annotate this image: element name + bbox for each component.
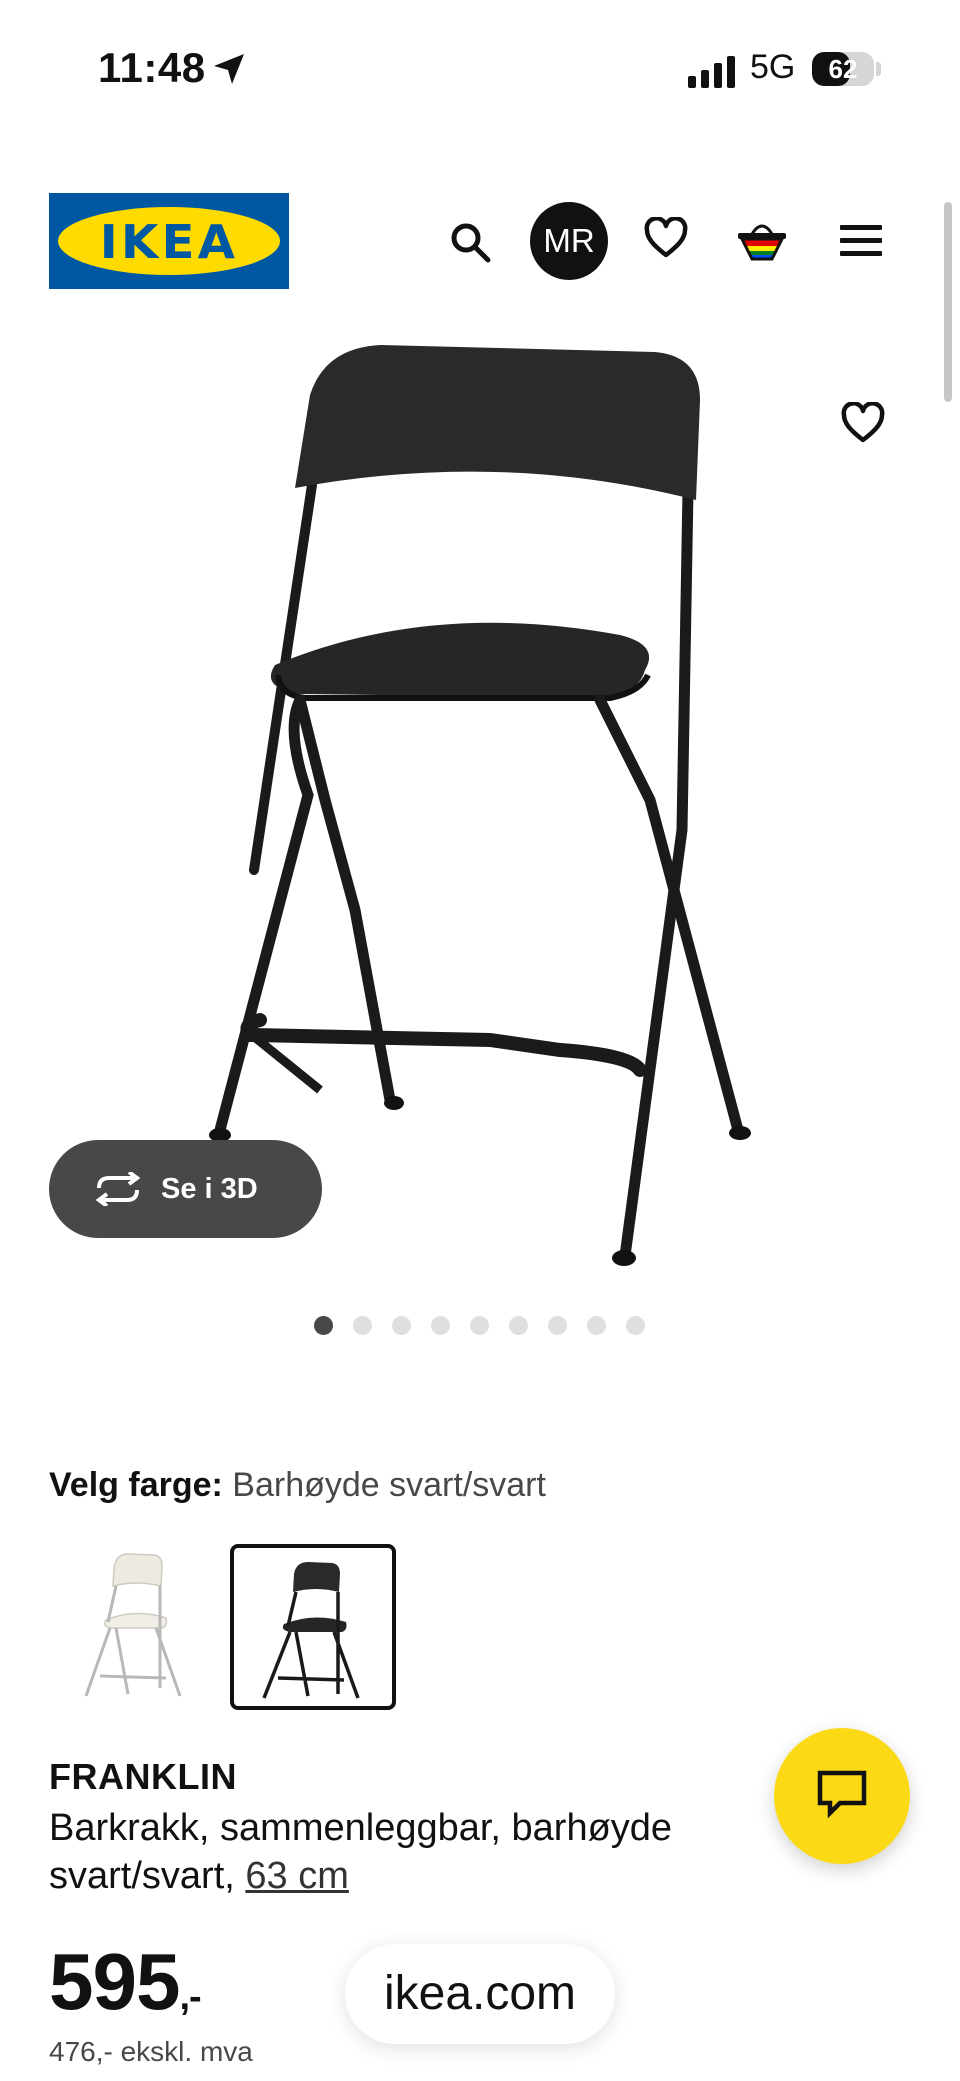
hamburger-menu-icon[interactable] <box>840 224 882 263</box>
product-description: Barkrakk, sammenleggbar, barhøyde svart/… <box>49 1804 749 1900</box>
color-option-white[interactable] <box>66 1548 206 1708</box>
gallery-dot[interactable] <box>470 1316 489 1335</box>
view-in-3d-label: Se i 3D <box>161 1172 258 1205</box>
save-product-heart-icon[interactable] <box>840 401 886 449</box>
shopping-basket-icon[interactable] <box>736 216 788 267</box>
chat-button[interactable] <box>774 1728 910 1864</box>
battery-percent: 62 <box>828 54 858 84</box>
gallery-dot[interactable] <box>392 1316 411 1335</box>
page-scrollbar[interactable] <box>944 202 952 402</box>
color-option-black-selected[interactable] <box>230 1544 396 1710</box>
gallery-dot[interactable] <box>314 1316 333 1335</box>
product-image[interactable] <box>200 330 800 1280</box>
color-choice-line: Velg farge: Barhøyde svart/svart <box>49 1466 546 1505</box>
network-type: 5G <box>750 48 796 86</box>
color-label: Velg farge: <box>49 1466 223 1504</box>
battery-indicator: 62 <box>812 52 874 86</box>
location-arrow-icon <box>212 52 246 91</box>
gallery-dot[interactable] <box>626 1316 645 1335</box>
chat-bubble-icon <box>816 1769 868 1824</box>
gallery-dot[interactable] <box>431 1316 450 1335</box>
gallery-dot[interactable] <box>509 1316 528 1335</box>
favorites-heart-icon[interactable] <box>643 216 689 264</box>
battery-tip <box>876 62 881 76</box>
price-suffix: ,- <box>179 1976 201 2018</box>
search-icon[interactable] <box>448 220 492 269</box>
status-time: 11:48 <box>98 44 206 91</box>
gallery-dot[interactable] <box>587 1316 606 1335</box>
browser-url-pill[interactable]: ikea.com <box>345 1944 615 2044</box>
product-description-text: Barkrakk, sammenleggbar, barhøyde svart/… <box>49 1807 673 1897</box>
product-name: FRANKLIN <box>49 1756 237 1797</box>
view-in-3d-button[interactable]: Se i 3D <box>49 1140 322 1238</box>
product-price: 595,- <box>49 1936 202 2028</box>
cellular-signal-icon <box>688 56 736 93</box>
price-value: 595 <box>49 1937 180 2026</box>
account-avatar[interactable]: MR <box>530 202 608 280</box>
gallery-dot[interactable] <box>548 1316 567 1335</box>
product-size-link[interactable]: 63 cm <box>245 1855 348 1897</box>
color-value: Barhøyde svart/svart <box>232 1466 546 1504</box>
price-excluding-vat: 476,- ekskl. mva <box>49 2036 253 2067</box>
ikea-logo[interactable]: IKEA <box>49 193 289 289</box>
gallery-dot[interactable] <box>353 1316 372 1335</box>
logo-text: IKEA <box>99 215 239 269</box>
gallery-pagination[interactable] <box>314 1316 645 1335</box>
rotate-3d-icon <box>93 1172 143 1206</box>
